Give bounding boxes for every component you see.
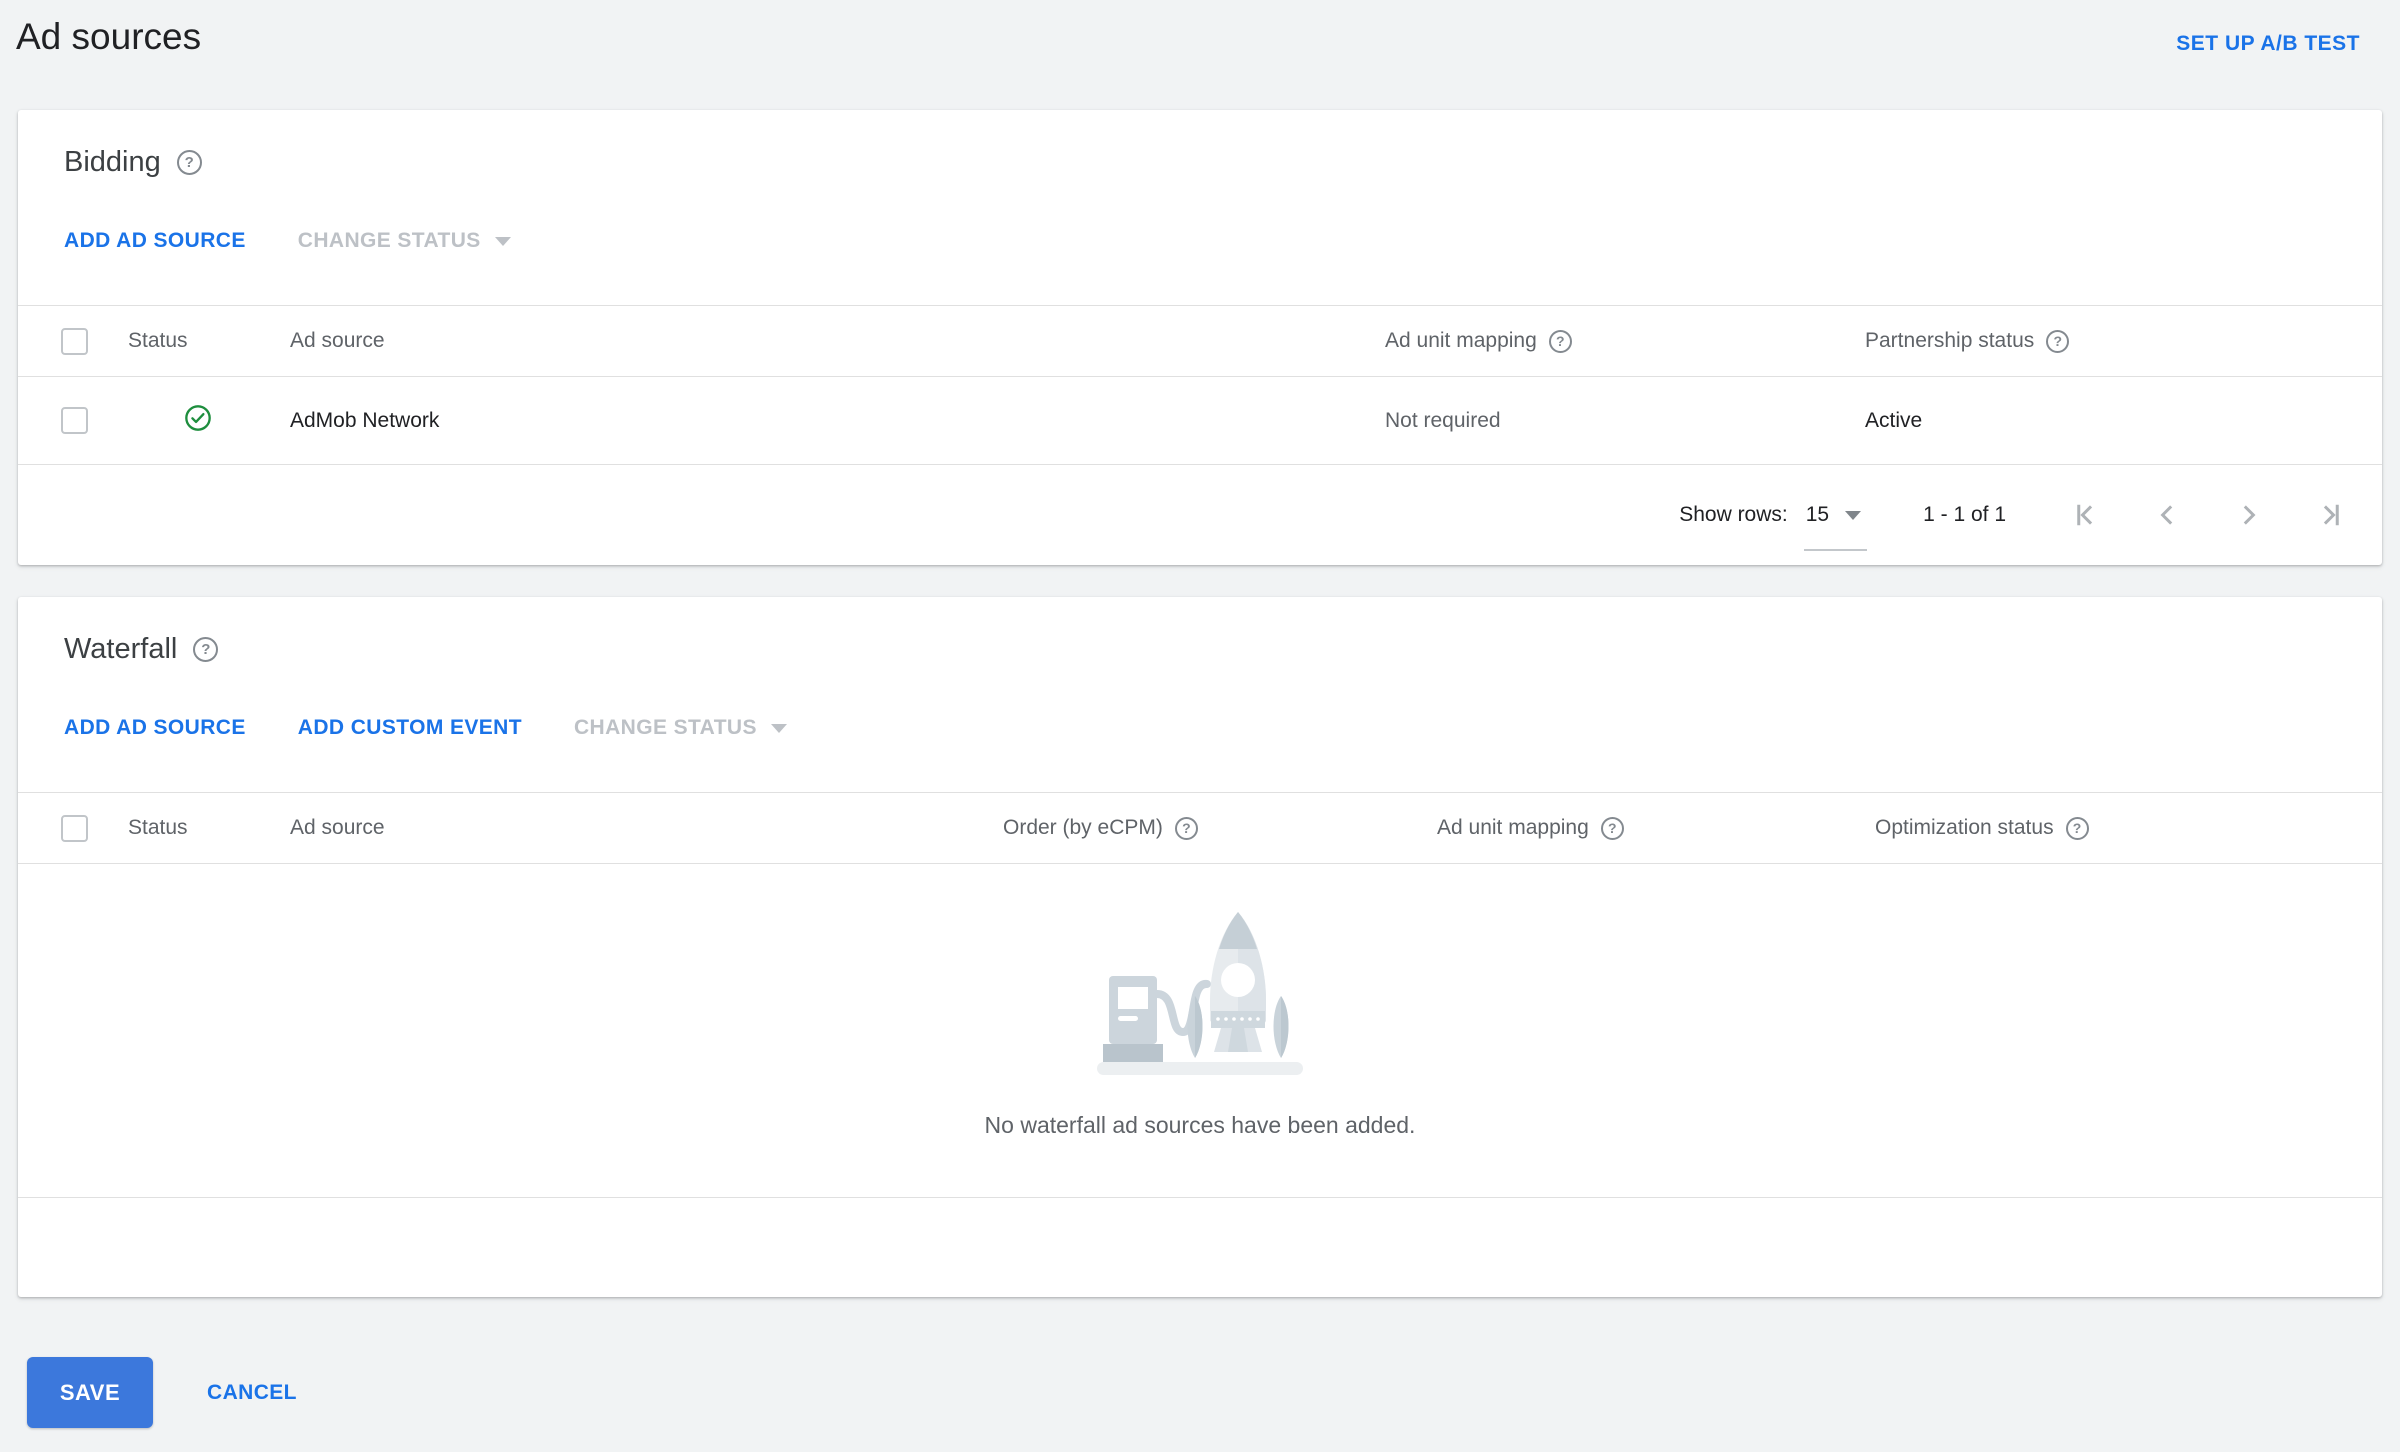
last-page-icon[interactable] <box>2316 500 2346 530</box>
bidding-help-icon[interactable]: ? <box>176 150 202 175</box>
column-header-partnership-status: Partnership status ? <box>1865 329 2382 353</box>
row-checkbox-cell <box>61 407 128 434</box>
row-status-cell <box>128 404 290 438</box>
bidding-actions: ADD AD SOURCE CHANGE STATUS <box>18 179 2382 305</box>
check-circle-icon <box>184 404 212 432</box>
show-rows-label: Show rows: <box>1679 503 1788 526</box>
column-header-ad-unit-mapping: Ad unit mapping ? <box>1437 816 1875 840</box>
waterfall-actions: ADD AD SOURCE ADD CUSTOM EVENT CHANGE ST… <box>18 666 2382 792</box>
waterfall-footer <box>18 1197 2382 1297</box>
column-header-status: Status <box>128 816 188 839</box>
save-button[interactable]: SAVE <box>27 1357 153 1428</box>
previous-page-icon[interactable] <box>2152 500 2182 530</box>
bidding-title: Bidding <box>64 146 161 178</box>
bidding-card-header: Bidding ? <box>18 110 2382 179</box>
optimization-status-help-icon[interactable]: ? <box>2065 816 2089 840</box>
ad-unit-mapping-help-icon[interactable]: ? <box>1548 329 1572 353</box>
rows-per-page-value: 15 <box>1805 503 1830 526</box>
waterfall-change-status-button: CHANGE STATUS <box>574 716 787 740</box>
waterfall-card: Waterfall ? ADD AD SOURCE ADD CUSTOM EVE… <box>18 597 2382 1297</box>
chevron-down-icon <box>1845 510 1862 520</box>
rocket-fuel-pump-illustration <box>1097 912 1303 1075</box>
column-header-optimization-status: Optimization status ? <box>1875 816 2382 840</box>
row-partnership-status: Active <box>1865 408 1923 432</box>
page-title: Ad sources <box>16 16 202 57</box>
waterfall-table-header: Status Ad source Order (by eCPM) ? Ad un… <box>18 792 2382 864</box>
bidding-change-status-label: CHANGE STATUS <box>297 229 481 252</box>
first-page-icon[interactable] <box>2070 500 2100 530</box>
row-ad-unit-mapping: Not required <box>1385 408 1501 432</box>
pager <box>2070 500 2346 530</box>
column-header-ad-source: Ad source <box>290 329 385 352</box>
waterfall-change-status-label: CHANGE STATUS <box>573 716 757 739</box>
column-header-ad-source: Ad source <box>290 816 385 839</box>
bidding-select-all-checkbox[interactable] <box>61 327 88 355</box>
bidding-add-ad-source-button[interactable]: ADD AD SOURCE <box>64 229 246 253</box>
bottom-actions: SAVE CANCEL <box>27 1357 2400 1428</box>
waterfall-empty-message: No waterfall ad sources have been added. <box>984 1112 1416 1138</box>
row-checkbox[interactable] <box>61 407 88 434</box>
bidding-change-status-button: CHANGE STATUS <box>298 229 511 253</box>
rows-per-page-select[interactable]: 15 <box>1803 501 1868 551</box>
column-header-order-by-ecpm: Order (by eCPM) ? <box>1003 816 1437 840</box>
waterfall-empty-state: No waterfall ad sources have been added. <box>18 864 2382 1197</box>
bidding-card: Bidding ? ADD AD SOURCE CHANGE STATUS St… <box>18 110 2382 565</box>
table-row[interactable]: AdMob Network Not required Active <box>18 377 2382 465</box>
ad-unit-mapping-help-icon[interactable]: ? <box>1600 816 1624 840</box>
cancel-button[interactable]: CANCEL <box>207 1381 297 1405</box>
waterfall-select-all-cell <box>61 814 128 842</box>
bidding-select-all-cell <box>61 327 128 355</box>
waterfall-add-ad-source-button[interactable]: ADD AD SOURCE <box>64 716 246 740</box>
partnership-status-help-icon[interactable]: ? <box>2046 329 2070 353</box>
waterfall-select-all-checkbox[interactable] <box>61 814 88 842</box>
next-page-icon[interactable] <box>2234 500 2264 530</box>
column-header-status: Status <box>128 329 188 352</box>
waterfall-add-custom-event-button[interactable]: ADD CUSTOM EVENT <box>298 716 522 740</box>
set-up-ab-test-link[interactable]: SET UP A/B TEST <box>2176 32 2360 56</box>
row-ad-source: AdMob Network <box>290 408 440 432</box>
pagination-range: 1 - 1 of 1 <box>1923 503 2006 526</box>
bidding-pagination: Show rows: 15 1 - 1 of 1 <box>18 465 2382 565</box>
page-header: Ad sources SET UP A/B TEST <box>0 0 2400 58</box>
waterfall-help-icon[interactable]: ? <box>193 637 219 662</box>
waterfall-card-header: Waterfall ? <box>18 597 2382 666</box>
waterfall-title: Waterfall <box>64 633 178 665</box>
column-header-ad-unit-mapping: Ad unit mapping ? <box>1385 329 1865 353</box>
order-by-ecpm-help-icon[interactable]: ? <box>1174 816 1198 840</box>
chevron-down-icon <box>770 723 787 733</box>
chevron-down-icon <box>494 236 511 246</box>
bidding-table-header: Status Ad source Ad unit mapping ? Partn… <box>18 305 2382 377</box>
